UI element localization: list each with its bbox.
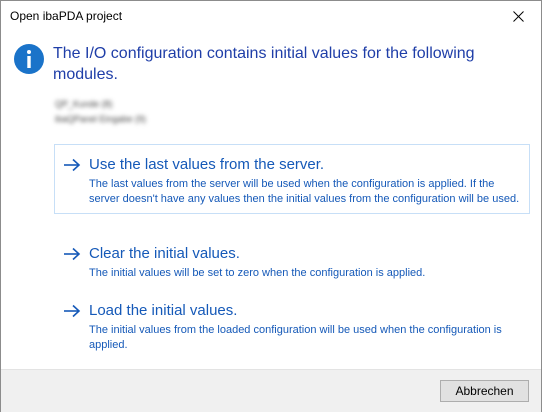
arrow-right-icon [64, 158, 81, 172]
arrow-right-icon [64, 247, 81, 261]
close-icon [512, 10, 524, 22]
option-description: The last values from the server will be … [89, 178, 520, 205]
option-clear-initial-values[interactable]: Clear the initial values. The initial va… [54, 233, 530, 288]
info-icon [14, 44, 44, 74]
cancel-button[interactable]: Abbrechen [440, 380, 529, 402]
arrow-right-icon [64, 304, 81, 318]
option-title: Use the last values from the server. [89, 156, 325, 173]
message-heading: The I/O configuration contains initial v… [53, 45, 475, 83]
module-list: QP_Kunde (8) ibaQPanel Eingabe (9) [55, 97, 146, 127]
option-load-initial-values[interactable]: Load the initial values. The initial val… [54, 290, 530, 360]
window-title: Open ibaPDA project [10, 9, 123, 23]
title-bar: Open ibaPDA project [1, 1, 541, 31]
option-title: Load the initial values. [89, 302, 238, 319]
module-item: ibaQPanel Eingabe (9) [55, 114, 147, 124]
option-use-last-values[interactable]: Use the last values from the server. The… [54, 144, 530, 214]
option-title: Clear the initial values. [89, 245, 240, 262]
dialog-window: Open ibaPDA project The I/O configuratio… [0, 0, 542, 412]
module-item: QP_Kunde (8) [55, 99, 113, 109]
option-description: The initial values will be set to zero w… [89, 267, 426, 279]
option-description: The initial values from the loaded confi… [89, 324, 502, 351]
close-button[interactable] [495, 1, 541, 31]
dialog-footer: Abbrechen [1, 369, 541, 412]
